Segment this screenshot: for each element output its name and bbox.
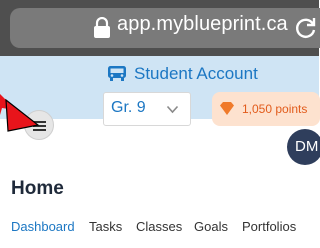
- red-arrow-annotation: [0, 94, 40, 132]
- url-text[interactable]: app.myblueprint.ca: [117, 13, 288, 36]
- tab-portfolios[interactable]: Portfolios: [242, 219, 296, 234]
- student-account-label[interactable]: Student Account: [134, 64, 258, 84]
- points-badge[interactable]: 1,050 points: [212, 92, 320, 126]
- gem-icon: [220, 102, 234, 115]
- points-label: 1,050 points: [242, 102, 308, 116]
- tab-dashboard[interactable]: Dashboard: [11, 219, 75, 234]
- tab-tasks[interactable]: Tasks: [89, 219, 122, 234]
- page-title: Home: [11, 178, 64, 199]
- lock-icon: [94, 17, 110, 38]
- bus-icon: [108, 66, 126, 81]
- grade-select[interactable]: Gr. 9: [103, 92, 191, 126]
- browser-address-bar: app.myblueprint.ca: [0, 0, 320, 56]
- reload-icon[interactable]: [293, 15, 319, 41]
- chevron-down-icon: [166, 105, 179, 114]
- grade-select-value: Gr. 9: [111, 99, 146, 116]
- avatar[interactable]: DM: [287, 129, 320, 165]
- tab-classes[interactable]: Classes: [136, 219, 182, 234]
- tab-goals[interactable]: Goals: [194, 219, 228, 234]
